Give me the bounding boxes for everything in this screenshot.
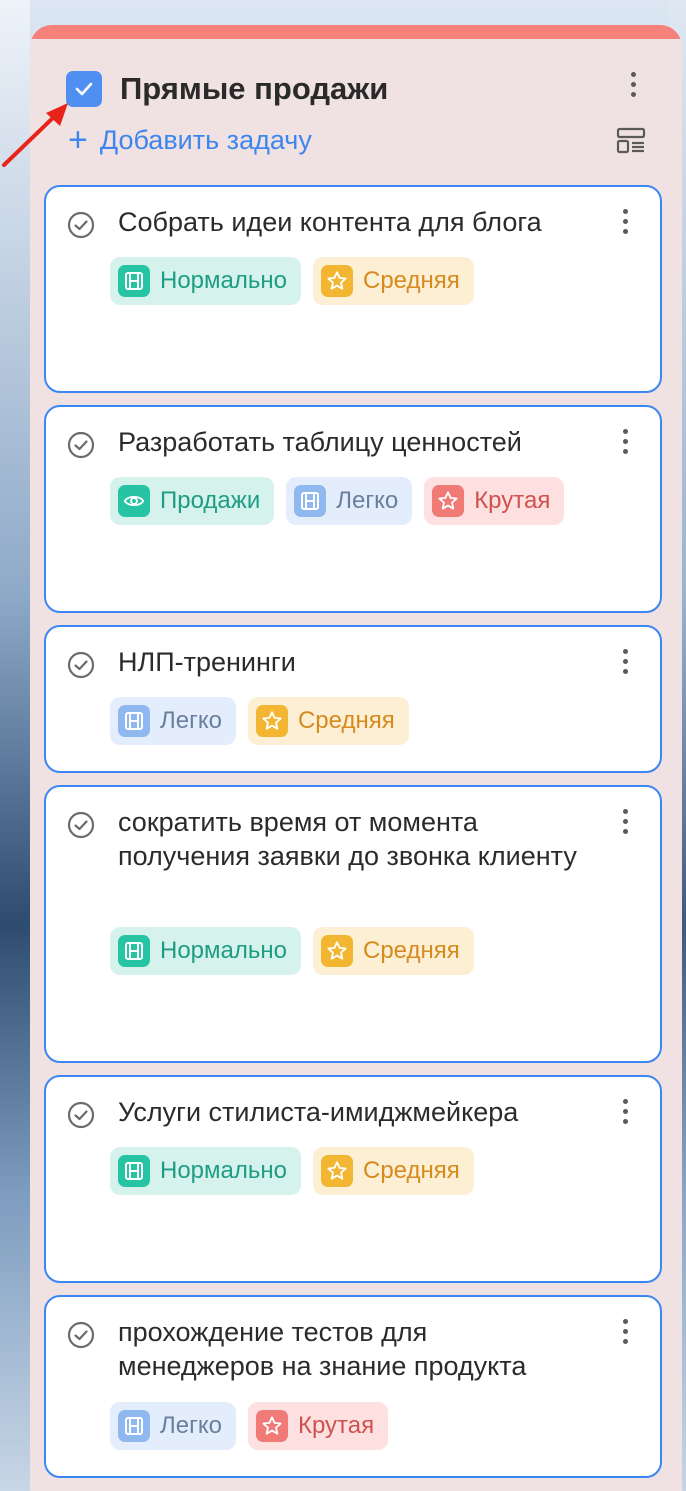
complete-task-icon[interactable] bbox=[66, 810, 96, 840]
star-icon bbox=[255, 1410, 288, 1442]
task-title[interactable]: прохождение тестов для менеджеров на зна… bbox=[118, 1315, 590, 1383]
task-more-icon[interactable] bbox=[620, 429, 630, 454]
tag-chip[interactable]: Средняя bbox=[312, 927, 474, 975]
tag-label: Легко bbox=[336, 487, 399, 514]
task-tags: Нормально Средняя bbox=[110, 927, 620, 975]
tag-label: Средняя bbox=[362, 937, 460, 964]
star-icon bbox=[320, 1155, 353, 1187]
task-tags: Нормально Средняя bbox=[110, 257, 620, 305]
star-icon bbox=[432, 485, 465, 517]
tag-chip[interactable]: Нормально bbox=[110, 927, 301, 975]
complete-task-icon[interactable] bbox=[66, 210, 96, 240]
tag-chip[interactable]: Легко bbox=[110, 697, 236, 745]
tag-chip[interactable]: Крутая bbox=[247, 1402, 389, 1450]
background-left bbox=[0, 0, 30, 1491]
tag-label: Легко bbox=[160, 707, 222, 734]
tag-label: Нормально bbox=[160, 937, 287, 964]
tag-label: Крутая bbox=[297, 1412, 375, 1439]
task-more-icon[interactable] bbox=[620, 1099, 630, 1124]
tag-label: Средняя bbox=[297, 707, 395, 734]
tag-chip[interactable]: Легко bbox=[286, 477, 413, 525]
tag-label: Крутая bbox=[474, 487, 551, 514]
annotation-arrow bbox=[2, 103, 68, 167]
film-icon bbox=[118, 265, 150, 297]
tag-label: Легко bbox=[160, 1412, 222, 1439]
eye-icon bbox=[118, 485, 150, 517]
film-icon bbox=[118, 1410, 150, 1442]
column-more-icon[interactable] bbox=[628, 72, 638, 97]
layout-icon[interactable] bbox=[616, 126, 646, 156]
column-title: Прямые продажи bbox=[120, 71, 389, 106]
add-task-label: Добавить задачу bbox=[99, 124, 312, 155]
task-tags: Легко Крутая bbox=[110, 1402, 620, 1450]
tag-chip[interactable]: Средняя bbox=[247, 697, 409, 745]
tag-chip[interactable]: Средняя bbox=[312, 1147, 474, 1195]
task-title[interactable]: Разработать таблицу ценностей bbox=[118, 425, 590, 459]
film-icon bbox=[118, 935, 150, 967]
tag-label: Нормально bbox=[160, 1157, 287, 1184]
tag-chip[interactable]: Крутая bbox=[424, 477, 565, 525]
column-header: Прямые продажи bbox=[66, 70, 662, 110]
tag-label: Средняя bbox=[362, 267, 460, 294]
complete-task-icon[interactable] bbox=[66, 1100, 96, 1130]
film-icon bbox=[118, 705, 150, 737]
add-task-button[interactable]: + Добавить задачу bbox=[68, 122, 312, 158]
task-title[interactable]: сократить время от момента получения зая… bbox=[118, 805, 590, 873]
task-more-icon[interactable] bbox=[620, 809, 630, 834]
task-more-icon[interactable] bbox=[620, 1319, 630, 1344]
tag-chip[interactable]: Средняя bbox=[312, 257, 474, 305]
task-more-icon[interactable] bbox=[620, 649, 630, 674]
task-card[interactable]: Собрать идеи контента для блога Нормально… bbox=[44, 185, 662, 393]
task-card[interactable]: Услуги стилиста-имиджмейкера Нормально Сре… bbox=[44, 1075, 662, 1283]
task-card[interactable]: прохождение тестов для менеджеров на зна… bbox=[44, 1295, 662, 1478]
task-tags: Продажи Легко Крутая bbox=[110, 477, 620, 525]
tag-chip[interactable]: Нормально bbox=[110, 1147, 301, 1195]
task-more-icon[interactable] bbox=[620, 209, 630, 234]
task-title[interactable]: Услуги стилиста-имиджмейкера bbox=[118, 1095, 590, 1129]
task-tags: Легко Средняя bbox=[110, 697, 620, 745]
star-icon bbox=[320, 265, 353, 297]
task-card[interactable]: Разработать таблицу ценностей Продажи Легк… bbox=[44, 405, 662, 613]
task-card[interactable]: сократить время от момента получения зая… bbox=[44, 785, 662, 1063]
complete-task-icon[interactable] bbox=[66, 430, 96, 460]
tag-chip[interactable]: Продажи bbox=[110, 477, 275, 525]
task-title[interactable]: Собрать идеи контента для блога bbox=[118, 205, 590, 239]
task-column: Прямые продажи + Добавить задачу Собрать… bbox=[30, 25, 682, 1491]
task-card[interactable]: НЛП-тренинги Легко Средняя bbox=[44, 625, 662, 773]
complete-task-icon[interactable] bbox=[66, 1320, 96, 1350]
film-icon bbox=[118, 1155, 150, 1187]
tag-label: Нормально bbox=[160, 267, 287, 294]
complete-task-icon[interactable] bbox=[66, 650, 96, 680]
star-icon bbox=[255, 705, 288, 737]
star-icon bbox=[320, 935, 353, 967]
tag-label: Продажи bbox=[160, 487, 261, 514]
task-title[interactable]: НЛП-тренинги bbox=[118, 645, 590, 679]
tag-chip[interactable]: Нормально bbox=[110, 257, 301, 305]
film-icon bbox=[294, 485, 327, 517]
tag-chip[interactable]: Легко bbox=[110, 1402, 236, 1450]
task-tags: Нормально Средняя bbox=[110, 1147, 620, 1195]
tag-label: Средняя bbox=[362, 1157, 460, 1184]
